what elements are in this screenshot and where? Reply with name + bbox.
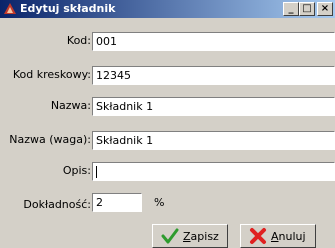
percent-unit: % <box>154 196 165 209</box>
nazwa-label: Nazwa: <box>50 99 91 112</box>
nazwa-waga-label: Nazwa (waga): <box>9 133 91 146</box>
title-bar[interactable]: Edytuj składnik _ □ × <box>0 0 335 18</box>
dokladnosc-field[interactable]: 2 <box>92 193 142 212</box>
nazwa-waga-field[interactable]: Składnik 1 <box>92 131 335 150</box>
app-icon <box>4 3 16 14</box>
opis-label: Opis: <box>62 164 91 177</box>
opis-field[interactable] <box>92 162 335 181</box>
checkmark-icon <box>161 228 179 244</box>
kod-label: Kod: <box>66 34 91 47</box>
cross-icon <box>250 228 266 244</box>
kod-field[interactable]: 001 <box>92 32 335 51</box>
edit-ingredient-dialog: Edytuj składnik _ □ × Kod: 001 Kod kresk… <box>0 0 335 248</box>
dokladnosc-label: Dokładność: <box>23 198 91 211</box>
cancel-label: Anuluj <box>271 230 306 243</box>
save-button[interactable]: Zapisz <box>152 224 228 248</box>
kod-kreskowy-field[interactable]: 12345 <box>92 66 335 85</box>
save-label: Zapisz <box>183 230 219 243</box>
nazwa-field[interactable]: Składnik 1 <box>92 97 335 116</box>
text-caret <box>96 166 97 178</box>
window-title: Edytuj składnik <box>20 2 116 15</box>
maximize-button[interactable]: □ <box>299 2 315 16</box>
close-button[interactable]: × <box>317 2 333 16</box>
kod-kreskowy-label: Kod kreskowy: <box>12 68 91 81</box>
cancel-button[interactable]: Anuluj <box>240 224 316 248</box>
minimize-button[interactable]: _ <box>283 2 299 16</box>
